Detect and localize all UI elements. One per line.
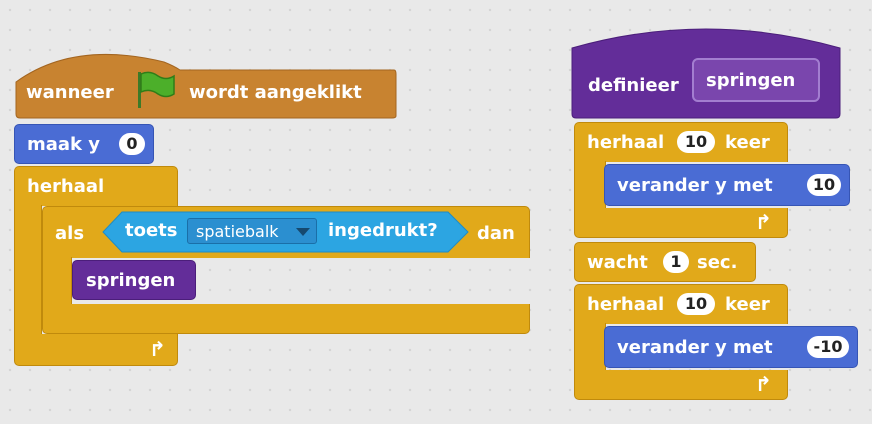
if-block-arm bbox=[42, 257, 72, 305]
repeat1-block-bottom[interactable]: ↱ bbox=[574, 208, 788, 238]
repeat2-block-top[interactable]: herhaal 10 keer bbox=[574, 284, 788, 324]
dropdown-arrow-icon bbox=[296, 228, 310, 236]
forever-label: herhaal bbox=[27, 176, 105, 197]
if-label: als bbox=[55, 223, 85, 244]
loop-arrow-icon: ↱ bbox=[755, 372, 772, 396]
change2-label: verander y met bbox=[617, 337, 773, 358]
repeat1-count-input[interactable]: 10 bbox=[677, 131, 715, 153]
hat-clicked-label: wordt aangeklikt bbox=[189, 82, 362, 103]
define-name-block[interactable]: springen bbox=[692, 58, 820, 102]
wait-label: wacht bbox=[587, 252, 648, 273]
change2-value-input[interactable]: -10 bbox=[807, 336, 849, 358]
repeat1-block-arm bbox=[574, 161, 606, 211]
key-dropdown[interactable]: spatiebalk bbox=[187, 218, 317, 244]
repeat1-unit-label: keer bbox=[725, 132, 770, 153]
repeat1-label: herhaal bbox=[587, 132, 665, 153]
wait-unit-label: sec. bbox=[697, 252, 738, 273]
loop-arrow-icon: ↱ bbox=[149, 337, 166, 361]
pressed-label: ingedrukt? bbox=[328, 220, 438, 241]
set-y-label: maak y bbox=[27, 134, 101, 155]
repeat2-label: herhaal bbox=[587, 294, 665, 315]
change1-value-input[interactable]: 10 bbox=[807, 174, 841, 196]
forever-block-top[interactable]: herhaal bbox=[14, 166, 178, 206]
wait-block[interactable]: wacht 1 sec. bbox=[574, 242, 756, 282]
set-y-value-input[interactable]: 0 bbox=[119, 133, 145, 155]
change1-label: verander y met bbox=[617, 175, 773, 196]
key-dropdown-value: spatiebalk bbox=[196, 222, 279, 241]
then-label: dan bbox=[477, 223, 515, 244]
key-label: toets bbox=[125, 220, 178, 241]
wait-value-input[interactable]: 1 bbox=[663, 251, 689, 273]
repeat2-unit-label: keer bbox=[725, 294, 770, 315]
change-y-block-1[interactable]: verander y met 10 bbox=[604, 164, 850, 206]
if-block-bottom[interactable] bbox=[42, 304, 530, 334]
call-label: springen bbox=[86, 270, 176, 291]
change-y-block-2[interactable]: verander y met -10 bbox=[604, 326, 858, 368]
forever-block-arm bbox=[14, 205, 42, 335]
loop-arrow-icon: ↱ bbox=[755, 210, 772, 234]
repeat1-block-top[interactable]: herhaal 10 keer bbox=[574, 122, 788, 162]
forever-block-bottom[interactable]: ↱ bbox=[14, 334, 178, 366]
repeat2-block-bottom[interactable]: ↱ bbox=[574, 370, 788, 400]
set-y-block[interactable]: maak y 0 bbox=[14, 124, 154, 164]
springen-call-block[interactable]: springen bbox=[72, 260, 196, 300]
repeat2-count-input[interactable]: 10 bbox=[677, 293, 715, 315]
define-name-label: springen bbox=[706, 70, 796, 91]
hat-when-label: wanneer bbox=[26, 82, 114, 103]
repeat2-block-arm bbox=[574, 323, 606, 373]
green-flag-icon[interactable] bbox=[134, 68, 178, 110]
define-label: definieer bbox=[588, 75, 679, 96]
